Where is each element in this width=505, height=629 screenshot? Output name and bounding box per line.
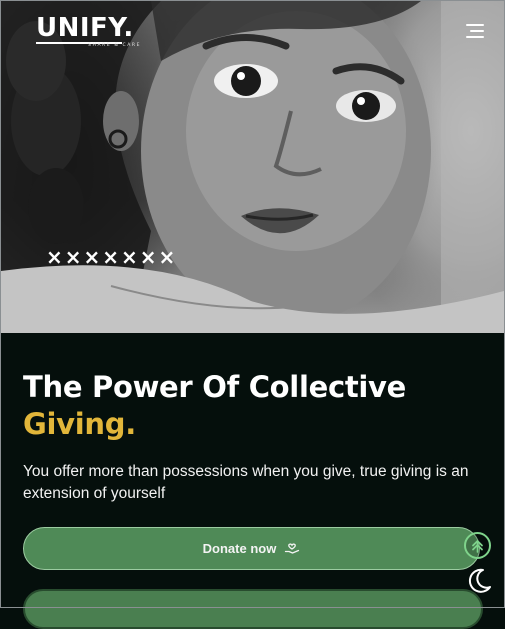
hero-photo-illustration bbox=[1, 1, 504, 333]
double-chevron-up-icon[interactable] bbox=[464, 532, 491, 559]
hero-title-line1: The Power Of Collective bbox=[23, 370, 407, 404]
donate-button-label: Donate now bbox=[202, 541, 277, 556]
hero-image bbox=[1, 1, 504, 333]
moon-icon[interactable] bbox=[463, 566, 493, 596]
hero-title-accent: Giving. bbox=[23, 407, 136, 441]
hero-description: You offer more than possessions when you… bbox=[23, 463, 469, 502]
donate-now-button[interactable]: Donate now bbox=[23, 527, 480, 570]
brand-logo[interactable]: UNIFY. SHARE & CARE bbox=[36, 14, 141, 48]
brand-name: UNIFY. bbox=[36, 13, 134, 43]
close-icons-row: ××××××× bbox=[46, 245, 178, 269]
hand-heart-icon bbox=[284, 539, 300, 558]
hero-content: The Power Of Collective Giving. You offe… bbox=[0, 333, 505, 629]
secondary-button[interactable] bbox=[23, 589, 483, 629]
brand-tagline: SHARE & CARE bbox=[88, 43, 142, 48]
hero-title: The Power Of Collective Giving. bbox=[23, 369, 406, 443]
hamburger-menu-icon[interactable] bbox=[462, 22, 484, 40]
